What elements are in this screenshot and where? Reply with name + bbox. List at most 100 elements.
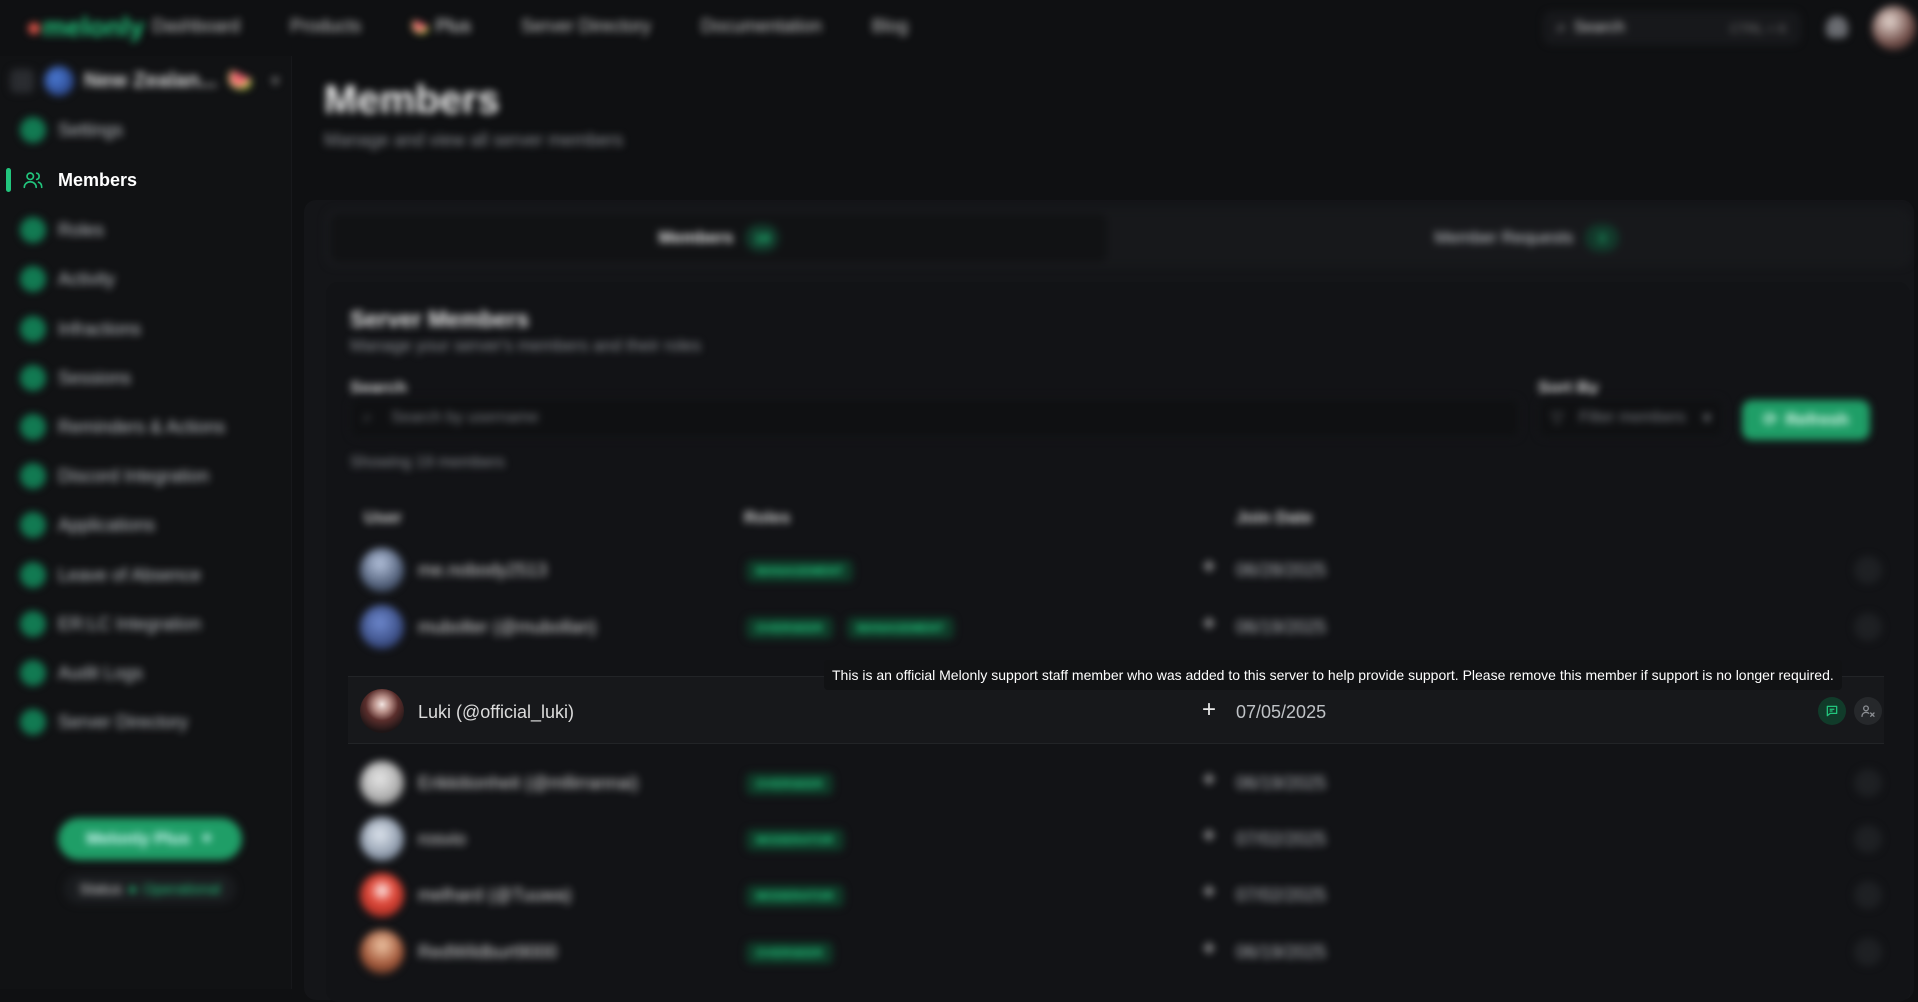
users-icon [20, 167, 46, 193]
sidebar-item-audit-logs[interactable]: Audit Logs [0, 653, 292, 693]
sidebar-item-leave-of-absence[interactable]: Leave of Absence [0, 555, 292, 595]
sidebar-item-settings[interactable]: Settings [0, 110, 292, 150]
sidebar-item-activity[interactable]: Activity [0, 259, 292, 299]
add-role-icon[interactable]: + [1196, 822, 1222, 849]
brand-logo[interactable]: ●melonly [26, 12, 144, 43]
role-badge[interactable]: OVERSEER [746, 617, 833, 639]
sidebar-item-reminders[interactable]: Reminders & Actions [0, 407, 292, 447]
add-role-icon[interactable]: + [1196, 878, 1222, 905]
role-list: MODERATOR [746, 829, 844, 851]
join-date: 07/02/2025 [1236, 829, 1327, 849]
remove-member-icon[interactable] [1854, 881, 1882, 909]
filter-icon: ▽ [1551, 410, 1564, 427]
sidebar-item-erlc-integration[interactable]: ER:LC Integration [0, 604, 292, 644]
tab-member-requests[interactable]: Member Requests 0 [1147, 211, 1907, 265]
sort-value: Filter members [1579, 409, 1686, 426]
add-role-icon[interactable]: + [1196, 696, 1222, 723]
join-date: 06/19/2025 [1236, 617, 1327, 637]
page-subtitle: Manage and view all server members [324, 130, 624, 150]
sidebar-item-label: Sessions [58, 367, 132, 388]
role-badge[interactable]: MANAGEMENT [846, 617, 955, 639]
server-switcher[interactable]: New Zealan... 🍉 ▾ [10, 66, 279, 96]
sidebar-item-infractions[interactable]: Infractions [0, 309, 292, 349]
sidebar-item-label: Server Directory [58, 711, 189, 732]
user-avatar[interactable] [1872, 6, 1916, 50]
role-list: OVERSEER [746, 942, 833, 964]
avatar [360, 930, 404, 974]
member-search-input[interactable]: ⌕ Search by username [350, 398, 1520, 438]
support-message-icon[interactable] [1818, 697, 1846, 725]
sidebar-item-label: Discord Integration [58, 465, 210, 486]
join-date: 06/19/2025 [1236, 942, 1327, 962]
sort-label: Sort By [1538, 378, 1599, 397]
status-indicator[interactable]: Status ● Operational [64, 874, 236, 904]
top-nav-links: Dashboard Products Plus Server Directory… [152, 16, 958, 37]
role-list: OVERSEER [746, 773, 833, 795]
melonly-plus-button[interactable]: Melonly Plus ✦ [58, 818, 242, 860]
remove-member-icon[interactable] [1854, 825, 1882, 853]
sidebar-item-members[interactable]: Members [0, 160, 292, 200]
sidebar-item-roles[interactable]: Roles [0, 210, 292, 250]
remove-member-icon[interactable] [1854, 556, 1882, 584]
sidebar-item-server-directory[interactable]: Server Directory [0, 702, 292, 742]
directory-icon [20, 709, 46, 735]
nav-link-documentation[interactable]: Documentation [701, 16, 822, 37]
nav-link-server-directory[interactable]: Server Directory [521, 16, 651, 37]
join-date: 06/28/2025 [1236, 560, 1327, 580]
remove-user-icon[interactable] [1854, 697, 1882, 725]
sidebar-item-label: Audit Logs [58, 662, 144, 683]
remove-member-icon[interactable] [1854, 938, 1882, 966]
sort-select[interactable]: ▽ Filter members ▾ [1538, 398, 1724, 438]
member-name: me.nobody2513 [418, 560, 548, 580]
sessions-icon [20, 365, 46, 391]
nav-link-plus[interactable]: Plus [411, 16, 471, 37]
role-badge[interactable]: OVERSEER [746, 773, 833, 795]
add-role-icon[interactable]: + [1196, 553, 1222, 580]
add-role-icon[interactable]: + [1196, 935, 1222, 962]
avatar [360, 548, 404, 592]
roles-icon [20, 217, 46, 243]
card-title: Server Members [350, 306, 529, 332]
sidebar-item-applications[interactable]: Applications [0, 505, 292, 545]
sparkle-icon: ✦ [199, 829, 214, 848]
page-title: Members [324, 78, 500, 122]
nav-link-dashboard[interactable]: Dashboard [152, 16, 240, 37]
join-date: 07/05/2025 [1236, 702, 1327, 722]
sidebar-item-discord-integration[interactable]: Discord Integration [0, 456, 292, 496]
role-badge[interactable]: MODERATOR [746, 829, 844, 851]
table-row[interactable]: RedWildburt9000 OVERSEER + 06/19/2025 [348, 924, 1884, 980]
role-badge[interactable]: MANAGEMENT [746, 560, 854, 582]
table-row[interactable]: me.nobody2513 MANAGEMENT + 06/28/2025 [348, 542, 1884, 598]
role-badge[interactable]: MODERATOR [746, 885, 844, 907]
global-search[interactable]: ⌕ Search CTRL + K [1544, 12, 1800, 44]
nav-link-blog[interactable]: Blog [872, 16, 908, 37]
user-search-icon: ⌕ [363, 409, 372, 426]
add-role-icon[interactable]: + [1196, 610, 1222, 637]
table-row[interactable]: mubolter (@mubollan) OVERSEER MANAGEMENT… [348, 599, 1884, 655]
refresh-icon: ⟳ [1763, 410, 1778, 429]
sidebar: New Zealan... 🍉 ▾ Settings Members Roles… [0, 56, 292, 989]
sidebar-toggle-icon[interactable] [10, 69, 34, 93]
table-row[interactable]: melhard (@Tuuwa) MODERATOR + 07/02/2025 [348, 867, 1884, 923]
remove-member-icon[interactable] [1854, 613, 1882, 641]
top-nav: ●melonly Dashboard Products Plus Server … [0, 0, 1918, 56]
avatar [360, 817, 404, 861]
role-badge[interactable]: OVERSEER [746, 942, 833, 964]
remove-member-icon[interactable] [1854, 769, 1882, 797]
tab-members[interactable]: Members 19 [331, 214, 1107, 262]
role-list: OVERSEER MANAGEMENT [746, 617, 955, 639]
nav-link-products[interactable]: Products [290, 16, 361, 37]
bell-icon[interactable] [1826, 16, 1848, 38]
table-row[interactable]: Erikkitionheit (@mllirrannai) OVERSEER +… [348, 755, 1884, 811]
add-role-icon[interactable]: + [1196, 766, 1222, 793]
logs-icon [20, 660, 46, 686]
table-row[interactable]: rosvio MODERATOR + 07/02/2025 [348, 811, 1884, 867]
member-name: RedWildburt9000 [418, 942, 558, 962]
tab-count-badge: 0 [1585, 224, 1620, 252]
avatar [360, 605, 404, 649]
sidebar-item-sessions[interactable]: Sessions [0, 358, 292, 398]
refresh-button[interactable]: ⟳ Refresh [1742, 400, 1870, 440]
member-name: melhard (@Tuuwa) [418, 885, 572, 905]
sidebar-item-label: ER:LC Integration [58, 613, 202, 634]
status-dot-icon: ● [127, 880, 138, 898]
